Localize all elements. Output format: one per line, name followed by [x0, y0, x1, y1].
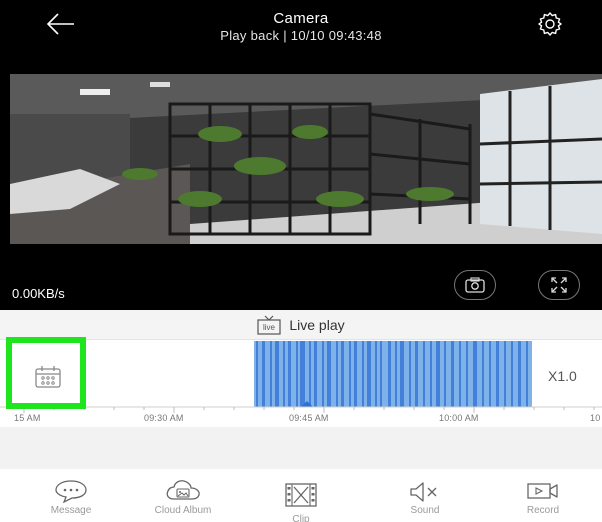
recording-stripe	[336, 341, 338, 407]
cloud-album-button[interactable]: Cloud Album	[128, 469, 238, 522]
record-label: Record	[526, 505, 560, 516]
recording-stripe	[362, 341, 364, 407]
gear-icon	[538, 12, 562, 36]
recording-stripe	[327, 341, 331, 407]
recording-stripe	[473, 341, 477, 407]
recording-stripe	[423, 341, 425, 407]
sound-button[interactable]: Sound	[370, 469, 480, 522]
recording-stripe	[380, 341, 382, 407]
recording-stripe	[400, 341, 404, 407]
live-play-label: Live play	[289, 316, 345, 333]
tick-label: 10	[590, 413, 601, 423]
recording-stripe	[314, 341, 317, 407]
tick-label: 15 AM	[14, 413, 41, 423]
playback-timestamp: Play back | 10/10 09:43:48	[220, 28, 382, 43]
recording-stripe	[300, 341, 305, 407]
recording-stripe	[430, 341, 432, 407]
bottom-toolbar: Message Cloud Album Clip Sound Record	[0, 469, 602, 522]
calendar-icon	[35, 366, 61, 388]
live-tv-icon: live	[257, 315, 281, 335]
recording-stripe	[270, 341, 272, 407]
recording-stripe	[526, 341, 528, 407]
recording-stripe	[349, 341, 351, 407]
recording-stripe	[511, 341, 513, 407]
recording-stripe	[504, 341, 506, 407]
recording-segments	[254, 341, 532, 407]
recording-stripe	[415, 341, 418, 407]
recording-stripe	[262, 341, 265, 407]
clip-icon	[285, 483, 317, 507]
recording-stripe	[354, 341, 357, 407]
calendar-button[interactable]	[6, 337, 86, 409]
recording-stripe	[395, 341, 397, 407]
recording-stripe	[367, 341, 371, 407]
recording-stripe	[309, 341, 311, 407]
message-button[interactable]: Message	[16, 469, 126, 522]
live-play-button[interactable]: live Live play	[0, 310, 602, 340]
expand-icon	[551, 277, 567, 293]
recording-stripe	[388, 341, 391, 407]
recording-stripe	[283, 341, 285, 407]
clip-button[interactable]: Clip	[246, 469, 356, 522]
settings-button[interactable]	[537, 11, 563, 37]
recording-stripe	[375, 341, 377, 407]
recording-stripe	[482, 341, 484, 407]
page-title: Camera	[273, 10, 329, 27]
record-button[interactable]: Record	[488, 469, 598, 522]
recording-stripe	[436, 341, 440, 407]
top-bar: Camera Play back | 10/10 09:43:48	[0, 0, 602, 52]
sound-off-icon	[410, 482, 437, 502]
snapshot-button[interactable]	[454, 270, 496, 300]
tick-label: 09:45 AM	[289, 413, 329, 423]
tick-label: 10:00 AM	[439, 413, 479, 423]
network-speed: 0.00KB/s	[12, 286, 65, 301]
camera-icon	[465, 277, 485, 293]
zoom-level: X1.0	[548, 368, 577, 384]
recording-stripe	[409, 341, 411, 407]
recording-stripe	[296, 341, 298, 407]
recording-stripe	[275, 341, 279, 407]
recording-stripe	[451, 341, 454, 407]
sound-label: Sound	[410, 505, 440, 516]
cloud-album-label: Cloud Album	[154, 505, 212, 516]
recording-stripe	[256, 341, 258, 407]
recording-stripe	[444, 341, 446, 407]
recording-stripe	[489, 341, 491, 407]
recording-stripe	[466, 341, 468, 407]
camera-feed-image	[10, 74, 602, 244]
clip-label: Clip	[292, 514, 310, 522]
recording-stripe	[322, 341, 324, 407]
spacer-band	[0, 427, 602, 469]
video-player[interactable]: 0.00KB/s	[0, 52, 602, 310]
playback-timeline[interactable]: 15 AM 09:30 AM 09:45 AM 10:00 AM 10 X1.0	[0, 337, 602, 427]
recording-stripe	[459, 341, 461, 407]
record-icon	[527, 483, 558, 499]
tick-label: 09:30 AM	[144, 413, 184, 423]
svg-text:live: live	[263, 323, 276, 332]
recording-stripe	[288, 341, 291, 407]
message-label: Message	[50, 505, 92, 516]
cloud-album-icon	[166, 480, 200, 500]
fullscreen-button[interactable]	[538, 270, 580, 300]
recording-stripe	[518, 341, 521, 407]
message-icon	[55, 480, 87, 503]
recording-stripe	[496, 341, 499, 407]
recording-stripe	[341, 341, 344, 407]
